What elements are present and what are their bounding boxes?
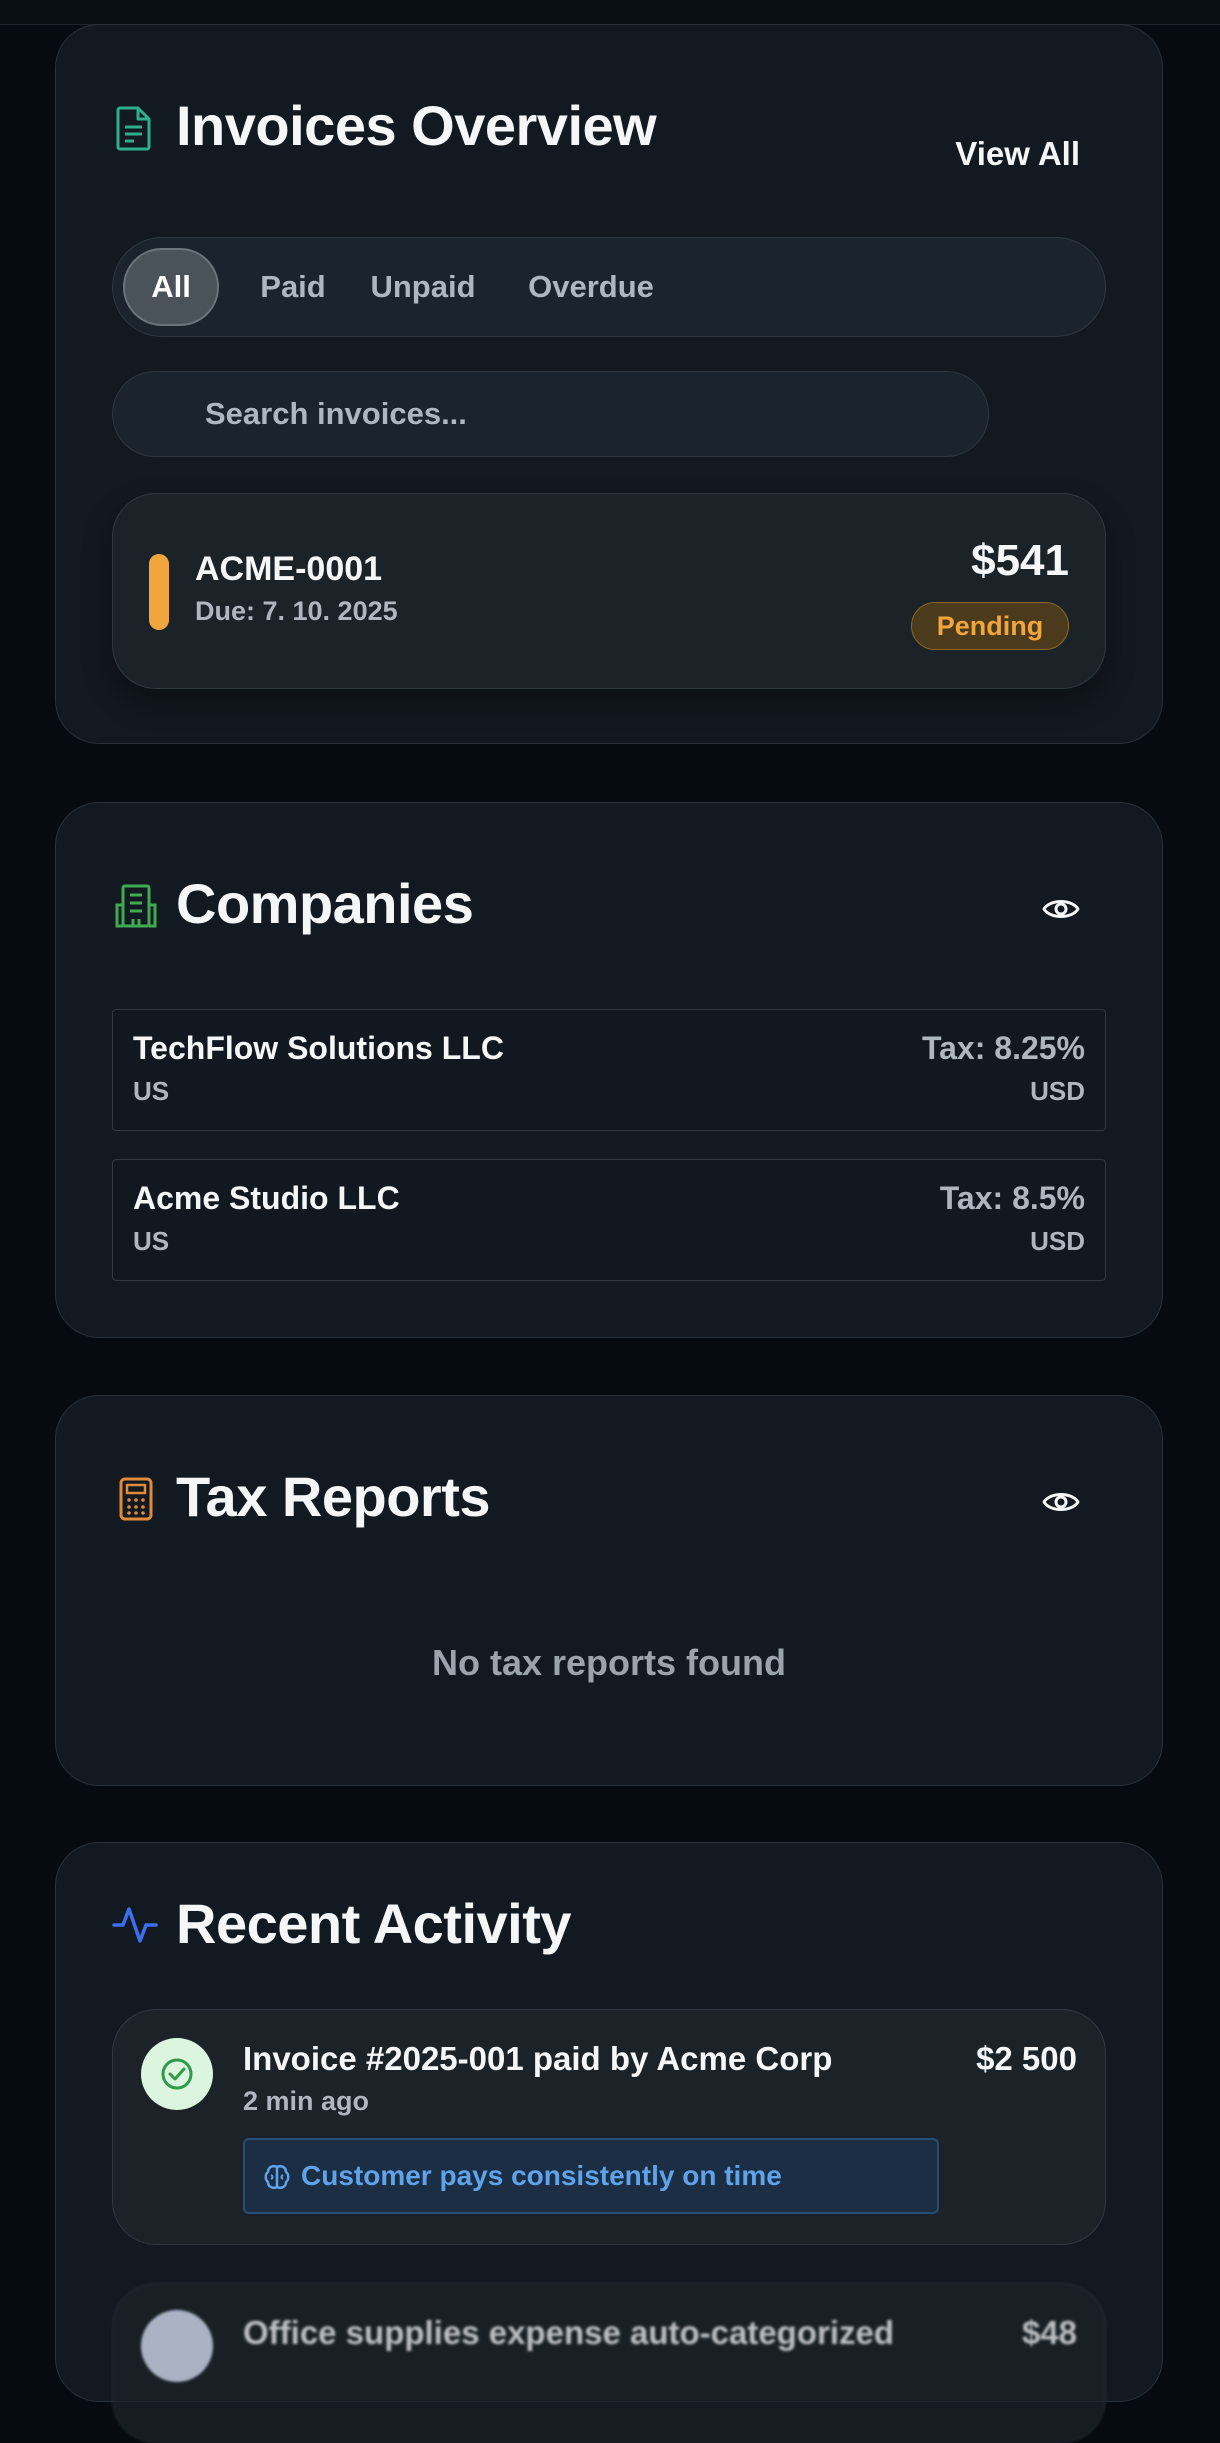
- invoices-card: Invoices Overview View All All Paid Unpa…: [55, 24, 1163, 744]
- company-row[interactable]: TechFlow Solutions LLC US Tax: 8.25% USD: [112, 1009, 1106, 1131]
- invoice-number: ACME-0001: [195, 550, 383, 588]
- company-country: US: [133, 1226, 170, 1256]
- activity-amount: $2 500: [976, 2040, 1077, 2077]
- eye-icon[interactable]: [1042, 1488, 1080, 1516]
- activity-avatar: [141, 2038, 213, 2110]
- company-row[interactable]: Acme Studio LLC US Tax: 8.5% USD: [112, 1159, 1106, 1281]
- invoice-due-date: Due: 7. 10. 2025: [195, 596, 398, 626]
- tax-reports-title: Tax Reports: [176, 1465, 490, 1528]
- activity-avatar: [141, 2310, 213, 2382]
- company-tax-rate: Tax: 8.25%: [921, 1030, 1085, 1066]
- company-currency: USD: [1030, 1076, 1085, 1106]
- empty-state-message: No tax reports found: [431, 1642, 786, 1683]
- company-tax-rate: Tax: 8.5%: [939, 1180, 1085, 1216]
- status-indicator: [149, 554, 169, 630]
- eye-icon[interactable]: [1042, 895, 1080, 923]
- companies-card: Companies TechFlow Solutions LLC US Tax:…: [55, 802, 1163, 1338]
- search-placeholder: Search invoices...: [205, 396, 467, 431]
- top-bar: [0, 0, 1220, 25]
- view-all-link[interactable]: View All: [955, 135, 1080, 173]
- invoices-title: Invoices Overview: [176, 94, 657, 157]
- invoice-search-input[interactable]: Search invoices...: [112, 371, 989, 457]
- activity-item[interactable]: Office supplies expense auto-categorized…: [112, 2283, 1106, 2443]
- filter-all[interactable]: All: [123, 248, 219, 326]
- ai-insight: Customer pays consistently on time: [243, 2138, 939, 2214]
- activity-time: 2 min ago: [243, 2086, 370, 2116]
- company-currency: USD: [1030, 1226, 1085, 1256]
- pulse-icon: [112, 1907, 158, 1943]
- activity-title: Office supplies expense auto-categorized: [243, 2314, 895, 2351]
- invoice-filter-tabs: All Paid Unpaid Overdue: [112, 237, 1106, 337]
- brain-icon: [264, 2164, 290, 2190]
- calculator-icon: [119, 1477, 153, 1521]
- activity-item[interactable]: Invoice #2025-001 paid by Acme Corp 2 mi…: [112, 2009, 1106, 2245]
- invoice-row[interactable]: ACME-0001 Due: 7. 10. 2025 $541 Pending: [112, 493, 1106, 689]
- filter-overdue[interactable]: Overdue: [511, 248, 671, 326]
- company-name: TechFlow Solutions LLC: [133, 1030, 504, 1066]
- invoice-amount: $541: [971, 536, 1069, 585]
- company-name: Acme Studio LLC: [133, 1180, 400, 1216]
- status-badge: Pending: [911, 602, 1069, 650]
- check-circle-icon: [161, 2058, 193, 2090]
- activity-title: Invoice #2025-001 paid by Acme Corp: [243, 2040, 833, 2077]
- activity-amount: $48: [1021, 2314, 1077, 2351]
- tax-reports-card: Tax Reports No tax reports found: [55, 1395, 1163, 1786]
- document-icon: [116, 106, 151, 151]
- filter-paid[interactable]: Paid: [243, 248, 343, 326]
- recent-activity-card: Recent Activity Invoice #2025-001 paid b…: [55, 1842, 1163, 2443]
- building-icon: [115, 884, 157, 928]
- recent-activity-title: Recent Activity: [176, 1892, 572, 1955]
- ai-insight-text: Customer pays consistently on time: [301, 2160, 782, 2191]
- companies-title: Companies: [176, 872, 474, 935]
- filter-unpaid[interactable]: Unpaid: [353, 248, 493, 326]
- company-country: US: [133, 1076, 170, 1106]
